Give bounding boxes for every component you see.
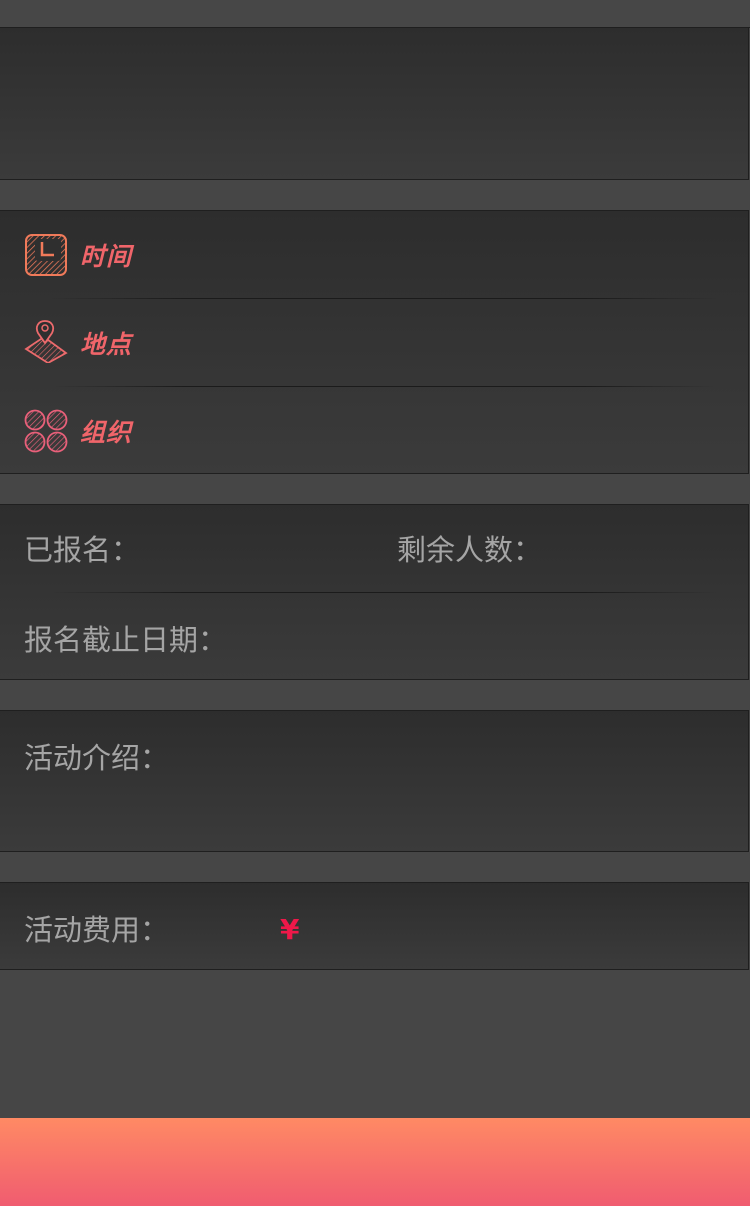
clock-icon: [24, 233, 68, 277]
deadline-label: 报名截止日期：: [24, 623, 228, 657]
intro-label: 活动介绍：: [24, 741, 170, 775]
location-pin-icon: [24, 319, 68, 363]
price-currency: ¥: [280, 913, 300, 946]
organizer-row[interactable]: 组织: [0, 387, 748, 474]
signup-info-panel: 已报名： 剩余人数： 报名截止日期：: [0, 504, 749, 680]
intro-panel: 活动介绍：: [0, 710, 749, 852]
fee-panel: 活动费用： ¥: [0, 882, 749, 970]
top-strip: [0, 0, 750, 28]
time-row[interactable]: 时间: [0, 211, 748, 298]
registered-count-label: 已报名：: [24, 533, 141, 567]
time-label: 时间: [80, 242, 133, 271]
organizer-label: 组织: [80, 418, 133, 447]
fee-label: 活动费用：: [24, 913, 170, 947]
place-label: 地点: [80, 330, 133, 359]
divider: [50, 592, 718, 593]
event-info-panel: 时间 地点 组织: [0, 210, 749, 474]
organizer-icon: [24, 409, 68, 453]
signup-button[interactable]: [0, 1118, 750, 1206]
place-row[interactable]: 地点: [0, 299, 748, 386]
event-banner-panel: [0, 27, 749, 180]
remaining-count-label: 剩余人数：: [397, 533, 543, 567]
